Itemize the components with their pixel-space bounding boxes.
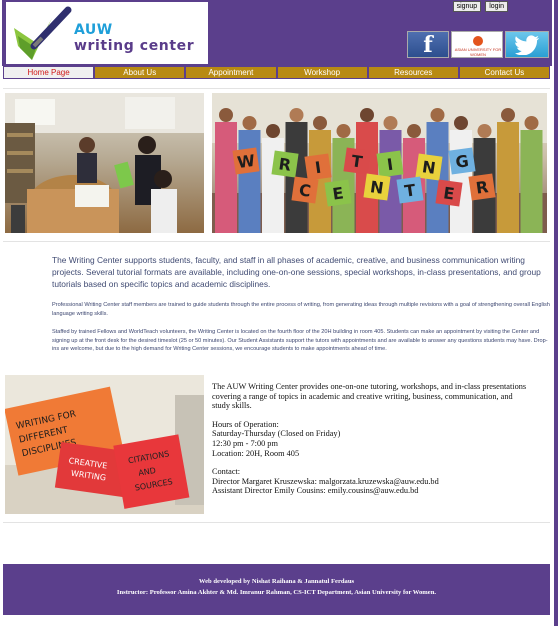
- letter-card-text: R: [475, 177, 490, 198]
- assistant-contact[interactable]: Assistant Director Emily Cousins: emily.…: [212, 486, 418, 495]
- divider: [3, 241, 550, 242]
- person-body: [238, 130, 261, 233]
- person-head: [524, 116, 539, 130]
- letter-card: W: [232, 147, 260, 175]
- hours-title: Hours of Operation:: [212, 419, 279, 429]
- front-desk-illustration: [5, 93, 204, 233]
- person-head: [407, 124, 421, 138]
- person-head: [360, 108, 374, 122]
- books-photo: WRITING FOR DIFFERENT DISCIPLINES CREATI…: [5, 375, 204, 514]
- letter-card: R: [468, 173, 496, 201]
- letter-card-text: N: [369, 177, 385, 198]
- login-button[interactable]: login: [485, 1, 508, 12]
- person-body: [520, 130, 543, 233]
- person-body: [497, 122, 519, 233]
- signup-button[interactable]: signup: [452, 1, 482, 12]
- letter-card: T: [396, 176, 424, 204]
- logo-text-writing-center: writing center: [74, 38, 195, 54]
- facebook-glyph: f: [423, 32, 433, 58]
- info-panel: The AUW Writing Center provides one-on-o…: [212, 382, 532, 505]
- hours-days: Saturday-Thursday (Closed on Friday): [212, 429, 341, 439]
- person-head: [336, 124, 351, 138]
- hours-time: 12:30 pm - 7:00 pm: [212, 438, 278, 448]
- footer-instructor: Instructor: Professor Amina Akhter & Md.…: [116, 589, 437, 596]
- person-body: [215, 122, 237, 233]
- person-head: [242, 116, 257, 130]
- nav-item-about-us[interactable]: About Us: [94, 66, 186, 79]
- letter-card: I: [304, 153, 332, 181]
- person-head: [454, 116, 468, 130]
- twitter-icon[interactable]: [505, 31, 549, 58]
- person-head: [289, 108, 304, 122]
- location-text: Location: 20H, Room 405: [212, 448, 300, 458]
- person-head: [219, 108, 233, 122]
- letter-card: T: [343, 147, 371, 175]
- person-head: [313, 116, 327, 130]
- staff-paragraph: Professional Writing Center staff member…: [52, 302, 550, 317]
- letter-card-text: N: [421, 157, 437, 178]
- books-illustration: WRITING FOR DIFFERENT DISCIPLINES CREATI…: [5, 375, 204, 514]
- person-head: [383, 116, 398, 130]
- letter-card-text: W: [236, 151, 256, 172]
- divider: [3, 88, 550, 89]
- nav-item-home[interactable]: Home Page: [3, 66, 95, 79]
- footer: Web developed by Nishat Raihana & Jannat…: [3, 564, 550, 615]
- person-head: [430, 108, 445, 122]
- nav-item-workshop[interactable]: Workshop: [276, 66, 368, 79]
- contact-block: Contact: Director Margaret Kruszewska: m…: [212, 467, 532, 496]
- letter-card: C: [291, 176, 319, 204]
- contact-title: Contact:: [212, 467, 241, 477]
- auw-emblem-icon: [473, 36, 483, 46]
- letter-card: N: [363, 173, 391, 201]
- person-head: [501, 108, 515, 122]
- intro-text: The Writing Center supports students, fa…: [52, 255, 541, 289]
- person-head: [477, 124, 492, 138]
- footer-credits: Web developed by Nishat Raihana & Jannat…: [198, 578, 355, 585]
- info-intro: The AUW Writing Center provides one-on-o…: [212, 382, 527, 411]
- letter-card: E: [324, 179, 352, 207]
- hours-block: Hours of Operation: Saturday-Thursday (C…: [212, 420, 532, 458]
- person-head: [266, 124, 280, 138]
- logo-text-auw: AUW: [74, 22, 113, 38]
- twitter-bird-icon: [515, 35, 539, 55]
- nav-item-appointment[interactable]: Appointment: [185, 66, 277, 79]
- director-contact[interactable]: Director Margaret Kruszewska: malgorzata…: [212, 477, 439, 486]
- letter-card-text: G: [454, 151, 470, 172]
- group-photo: WRITINGCENTER: [212, 93, 547, 233]
- asian-university-text: ASIAN UNIVERSITY FOR WOMEN: [454, 47, 502, 57]
- letter-card: E: [435, 179, 463, 207]
- letter-card: G: [448, 147, 476, 175]
- header: AUW writing center signup login f ASIAN …: [2, 0, 552, 66]
- facebook-icon[interactable]: f: [407, 31, 449, 58]
- group-photo-illustration: W R I T I N GC E N T E R: [212, 93, 547, 233]
- account-links: signup login: [452, 1, 508, 12]
- letter-card: R: [271, 150, 299, 178]
- asian-university-logo[interactable]: ASIAN UNIVERSITY FOR WOMEN: [451, 31, 503, 58]
- nav-item-resources[interactable]: Resources: [367, 66, 459, 79]
- pen-icon: [14, 6, 72, 60]
- letter-card-text: R: [278, 154, 293, 175]
- main-nav: Home Page About Us Appointment Workshop …: [3, 66, 551, 79]
- letter-card: N: [415, 153, 443, 181]
- front-desk-photo: [5, 93, 204, 233]
- site-logo[interactable]: AUW writing center: [6, 2, 208, 64]
- letter-card: I: [376, 150, 404, 178]
- location-paragraph: Staffed by trained Fellows and WorldTeac…: [52, 329, 548, 352]
- divider: [3, 522, 550, 523]
- nav-item-contact-us[interactable]: Contact Us: [458, 66, 551, 79]
